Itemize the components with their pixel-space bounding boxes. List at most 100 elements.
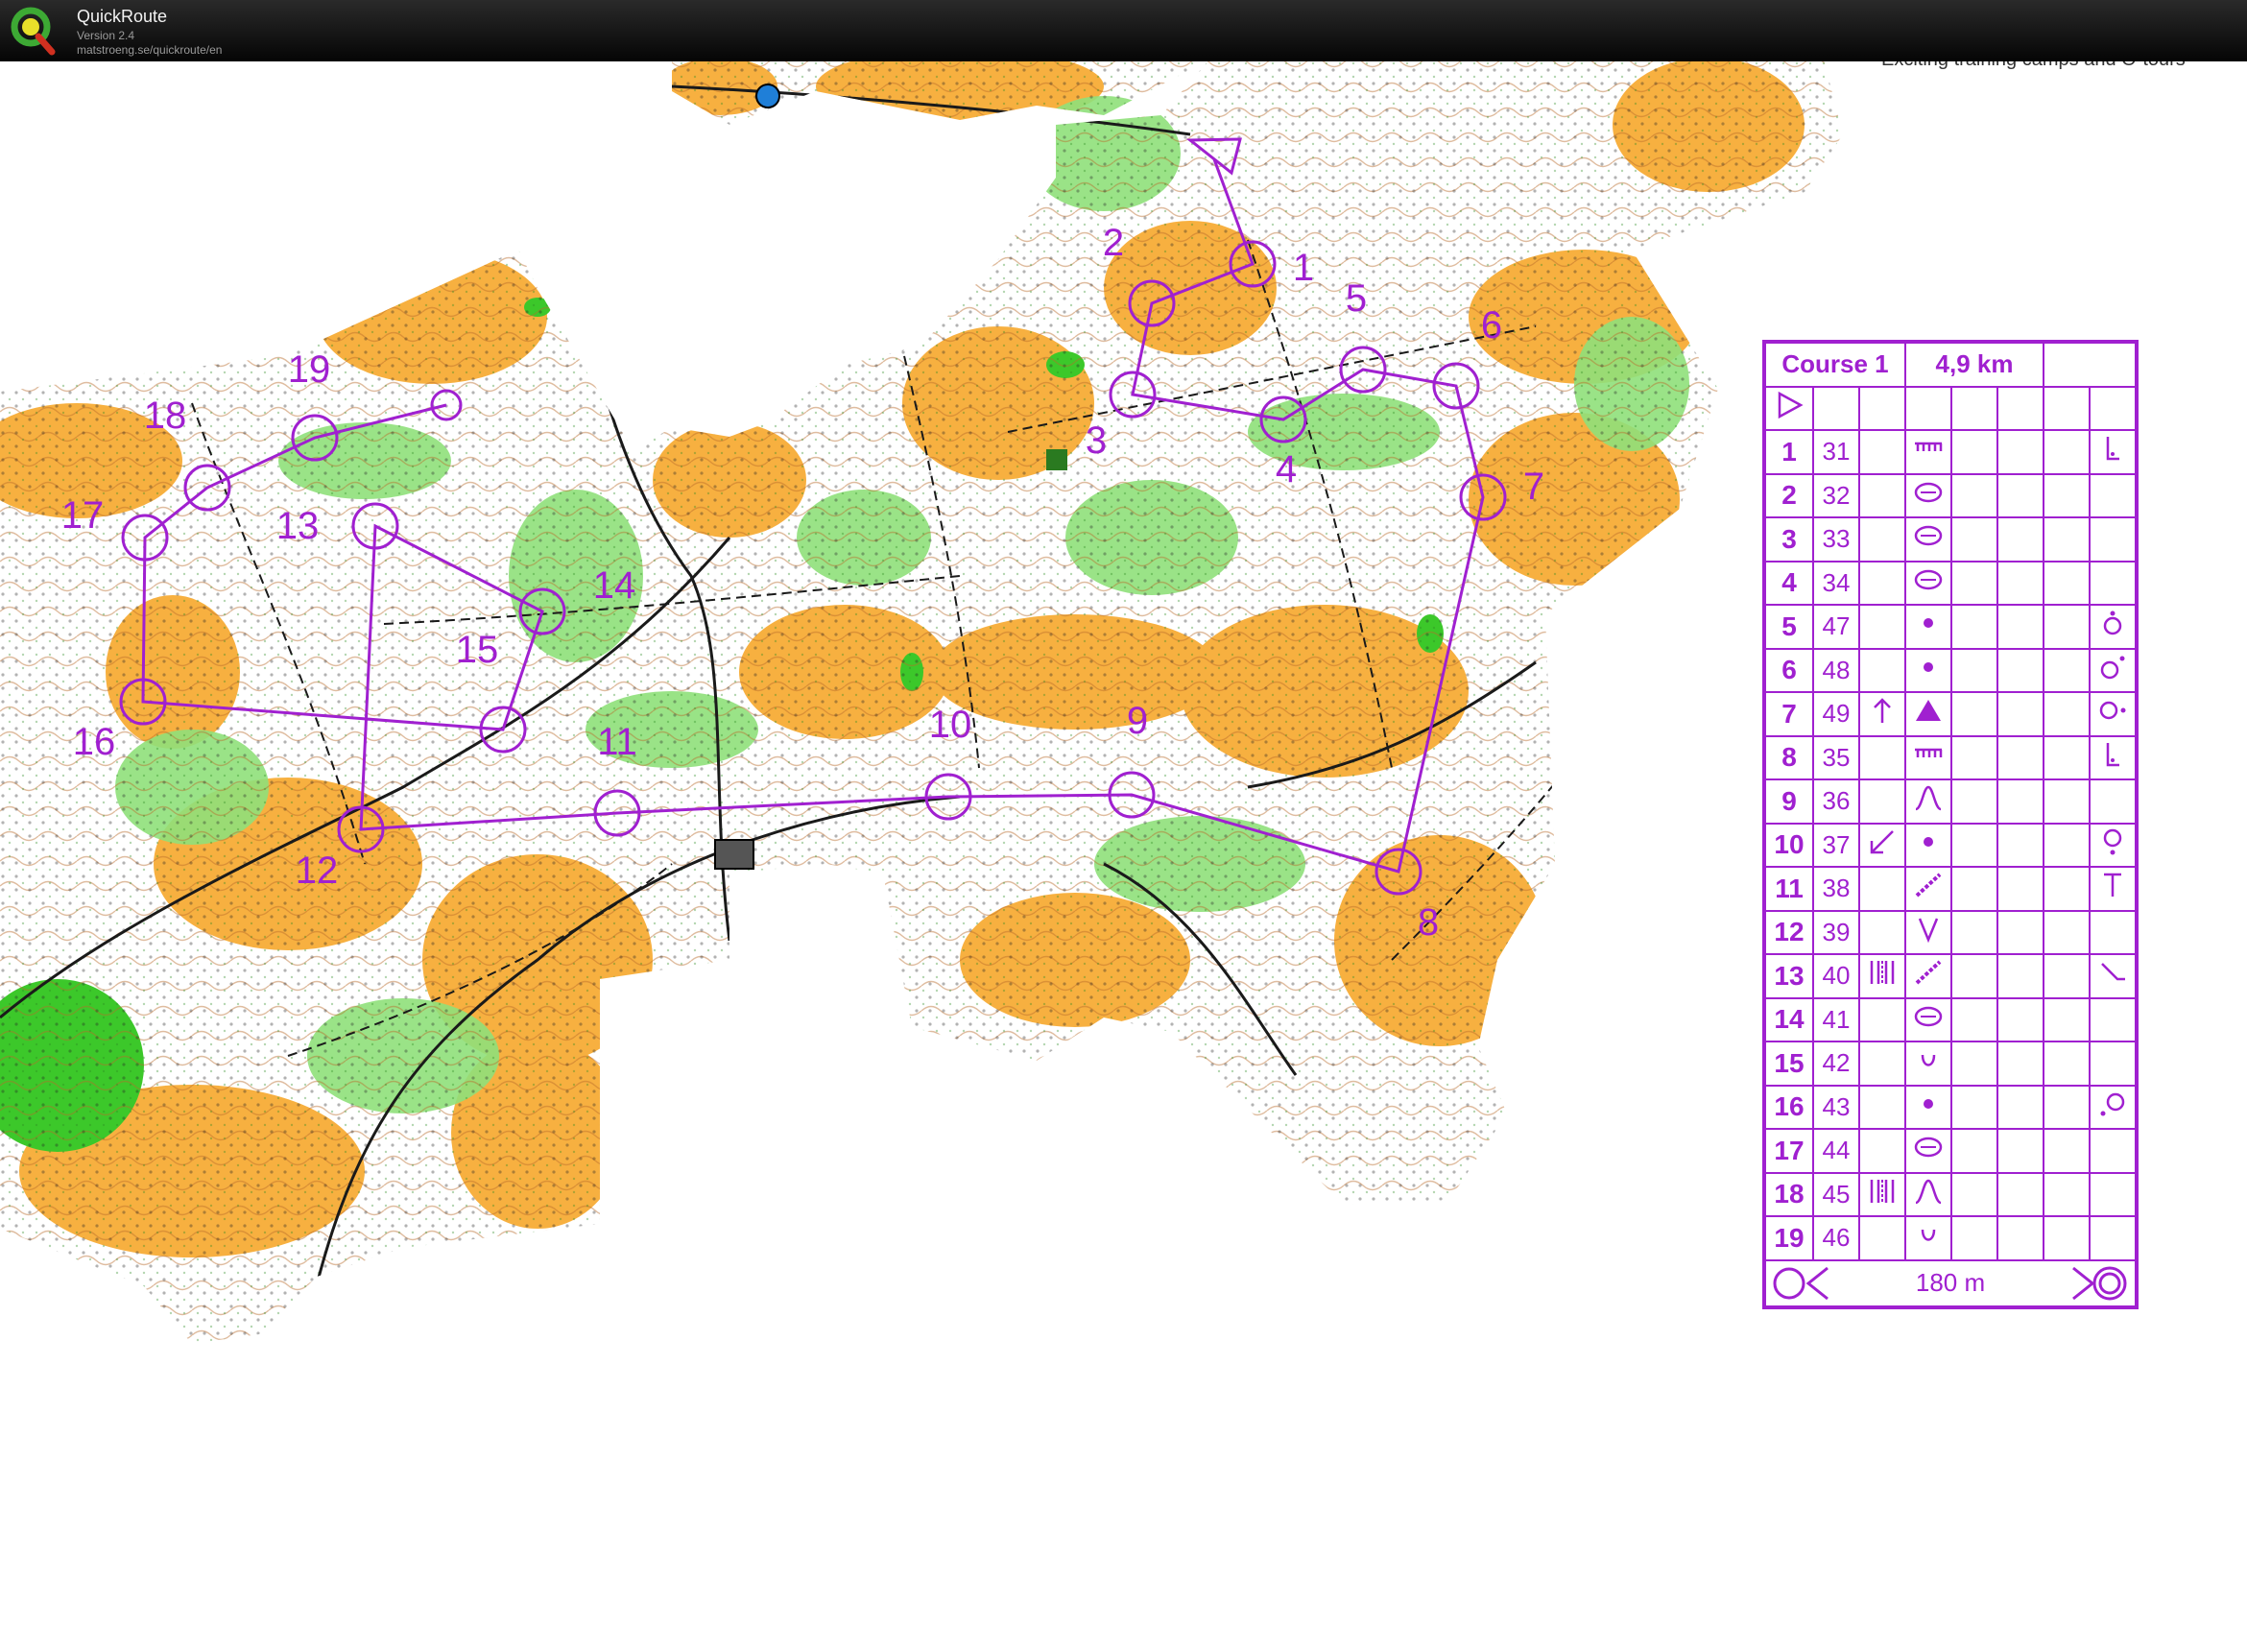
- control-code: 43: [1812, 1084, 1860, 1130]
- control-number-1: 1: [1293, 247, 1314, 289]
- which-of-similar: [1996, 647, 2044, 693]
- which-of-similar: [1996, 604, 2044, 650]
- control-number-15: 15: [456, 629, 499, 671]
- description-row: 10 37: [1763, 822, 2138, 868]
- appearance-cell: [1950, 778, 1998, 825]
- control-code: 32: [1812, 472, 1860, 518]
- dimensions-cell: [2043, 1171, 2091, 1217]
- depression-icon: [1914, 526, 1943, 546]
- feature-cell: [1904, 1041, 1952, 1087]
- depression-icon: [1914, 1137, 1943, 1158]
- corner-icon: [2106, 742, 2119, 766]
- control-number-13: 13: [276, 505, 320, 547]
- description-header-row: Course 1 4,9 km: [1763, 341, 2138, 388]
- control-code: 49: [1812, 691, 1860, 737]
- description-row: 13 40: [1763, 953, 2138, 999]
- appearance-cell: [1950, 822, 1998, 868]
- appearance-cell: [1950, 866, 1998, 912]
- south-side-icon: [2103, 828, 2122, 855]
- description-row: 7 49: [1763, 691, 2138, 737]
- dimensions-cell: [2043, 822, 2091, 868]
- control-number-8: 8: [1418, 901, 1439, 944]
- dimensions-cell: [2043, 560, 2091, 606]
- appearance-cell: [1950, 691, 1998, 737]
- control-number-19: 19: [288, 348, 331, 391]
- direction-cell: [1858, 822, 1906, 868]
- appearance-cell: [1950, 429, 1998, 475]
- control-number-12: 12: [296, 850, 339, 892]
- nw-side-icon: [2100, 1092, 2125, 1116]
- description-row: 11 38: [1763, 866, 2138, 912]
- location-cell: [2089, 1171, 2138, 1217]
- top-side-icon: [2103, 611, 2122, 635]
- control-number: 6: [1763, 647, 1814, 693]
- direction-cell: [1858, 909, 1906, 955]
- appearance-cell: [1950, 472, 1998, 518]
- direction-cell: [1858, 866, 1906, 912]
- control-code: 33: [1812, 516, 1860, 563]
- control-number: 16: [1763, 1084, 1814, 1130]
- knoll-icon: [1924, 618, 1933, 629]
- control-number-4: 4: [1276, 448, 1297, 491]
- appearance-cell: [1950, 1084, 1998, 1130]
- feature-cell: [1904, 953, 1952, 999]
- rides-icon: [1870, 961, 1895, 985]
- location-cell: [2089, 953, 2138, 999]
- which-of-similar: [1996, 953, 2044, 999]
- location-cell: [2089, 472, 2138, 518]
- location-cell: [2089, 1041, 2138, 1087]
- corner-icon: [2106, 437, 2119, 461]
- description-row: 15 42: [1763, 1041, 2138, 1087]
- map-header-text: Exciting training camps and O-tours: [1881, 61, 2186, 70]
- direction-cell: [1858, 691, 1906, 737]
- knoll-icon: [1924, 661, 1933, 672]
- appearance-cell: [1950, 734, 1998, 780]
- control-number-18: 18: [144, 395, 187, 437]
- fence-icon: [1915, 748, 1943, 757]
- dimensions-cell: [2043, 647, 2091, 693]
- control-description-sheet: Course 1 4,9 km 1 31 2 32 3 33 4 34 5 47 6 48 7 49 8 35…: [1762, 340, 2139, 1309]
- which-of-similar: [1996, 691, 2044, 737]
- control-code: 37: [1812, 822, 1860, 868]
- feature-cell: [1904, 647, 1952, 693]
- description-row: 18 45: [1763, 1171, 2138, 1217]
- control-number: 17: [1763, 1128, 1814, 1174]
- spur-icon: [1915, 785, 1942, 811]
- feature-cell: [1904, 909, 1952, 955]
- control-number-16: 16: [73, 721, 116, 763]
- control-code: 40: [1812, 953, 1860, 999]
- description-row: 1 31: [1763, 429, 2138, 475]
- feature-cell: [1904, 1128, 1952, 1174]
- control-number: 1: [1763, 429, 1814, 475]
- location-cell: [2089, 996, 2138, 1042]
- location-cell: [2089, 909, 2138, 955]
- direction-cell: [1858, 429, 1906, 475]
- description-row: 16 43: [1763, 1084, 2138, 1130]
- control-number-9: 9: [1127, 700, 1148, 742]
- control-number: 4: [1763, 560, 1814, 606]
- description-row: 19 46: [1763, 1215, 2138, 1261]
- appearance-cell: [1950, 647, 1998, 693]
- control-code: 48: [1812, 647, 1860, 693]
- which-of-similar: [1996, 909, 2044, 955]
- location-cell: [2089, 822, 2138, 868]
- knoll-icon: [1924, 1098, 1933, 1109]
- direction-cell: [1858, 778, 1906, 825]
- control-code: 42: [1812, 1041, 1860, 1087]
- start-symbol-cell: [1763, 385, 1814, 431]
- small-depression-icon: [1921, 1055, 1936, 1066]
- control-number: 14: [1763, 996, 1814, 1042]
- control-number: 11: [1763, 866, 1814, 912]
- app-url: matstroeng.se/quickroute/en: [77, 43, 223, 57]
- dimensions-cell: [2043, 516, 2091, 563]
- control-code: 31: [1812, 429, 1860, 475]
- start-triangle-icon: [1778, 391, 1804, 419]
- control-number-17: 17: [61, 494, 105, 537]
- dimensions-cell: [2043, 691, 2091, 737]
- direction-cell: [1858, 472, 1906, 518]
- description-row: 8 35: [1763, 734, 2138, 780]
- app-titlebar: QuickRoute Version 2.4 matstroeng.se/qui…: [0, 0, 2247, 61]
- location-cell: [2089, 1084, 2138, 1130]
- direction-cell: [1858, 560, 1906, 606]
- location-cell: [2089, 866, 2138, 912]
